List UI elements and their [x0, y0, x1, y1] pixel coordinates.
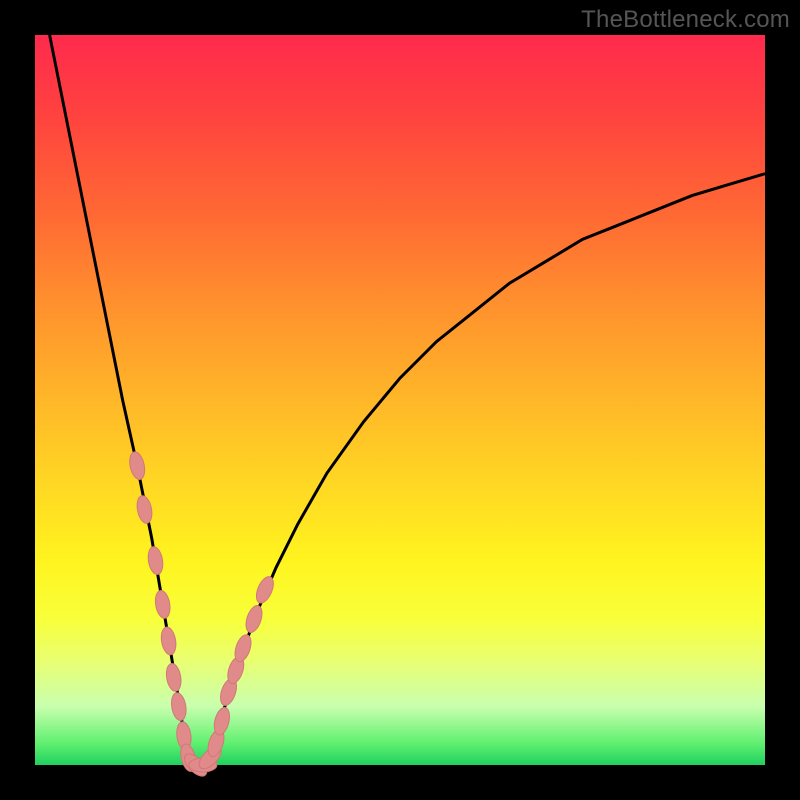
curve-marker — [146, 546, 164, 576]
curve-layer — [35, 35, 765, 765]
curve-path — [50, 35, 765, 765]
curve-marker — [170, 692, 188, 722]
curve-marker — [243, 604, 265, 635]
watermark-text: TheBottleneck.com — [581, 6, 790, 34]
plot-area — [35, 35, 765, 765]
bottleneck-curve — [50, 35, 765, 765]
chart-frame: TheBottleneck.com — [0, 0, 800, 800]
curve-marker — [164, 662, 182, 692]
curve-marker — [253, 574, 277, 605]
curve-marker — [153, 589, 171, 619]
curve-marker — [159, 626, 177, 656]
marker-group — [127, 451, 277, 780]
curve-marker — [127, 451, 147, 481]
curve-marker — [135, 494, 154, 524]
